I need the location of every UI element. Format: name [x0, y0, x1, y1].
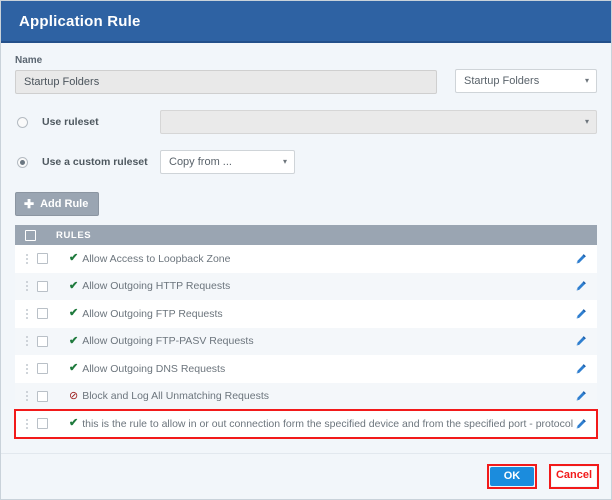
rule-label-cell: ✔ Allow Outgoing DNS Requests [69, 363, 573, 375]
row-checkbox-cell [37, 390, 53, 402]
copy-from-select[interactable]: Copy from ... ▾ [160, 150, 295, 174]
row-checkbox[interactable] [37, 335, 48, 347]
rules-table-header: RULES [15, 225, 597, 245]
cancel-button[interactable]: Cancel [552, 467, 596, 486]
ruleset-select[interactable]: ▾ [160, 110, 597, 134]
add-rule-button[interactable]: ✚ Add Rule [15, 192, 100, 216]
use-custom-ruleset-row: Use a custom ruleset Copy from ... ▾ [15, 150, 597, 174]
allow-check-icon: ✔ [69, 307, 79, 320]
row-checkbox-cell [37, 280, 53, 292]
add-rule-toolbar: ✚ Add Rule [15, 192, 597, 216]
row-checkbox-cell [37, 363, 53, 375]
edit-pencil-icon[interactable] [573, 363, 589, 375]
row-checkbox[interactable] [37, 363, 48, 375]
table-row[interactable]: ✔ Allow Access to Loopback Zone [15, 245, 597, 273]
ok-button-annotation: OK [487, 464, 537, 489]
allow-check-icon: ✔ [69, 335, 79, 347]
rule-label-cell: ✔ Allow Outgoing HTTP Requests [69, 280, 573, 292]
ok-button[interactable]: OK [490, 467, 534, 486]
row-checkbox[interactable] [37, 280, 48, 292]
edit-pencil-icon[interactable] [573, 280, 589, 292]
rule-label-cell: ✔ Allow Outgoing FTP Requests [69, 308, 573, 320]
table-row[interactable]: ✔ Allow Outgoing FTP Requests [15, 300, 597, 328]
table-row[interactable]: ⊘ Block and Log All Unmatching Requests [15, 382, 597, 410]
use-custom-ruleset-label: Use a custom ruleset [42, 156, 148, 168]
allow-check-icon: ✔ [69, 417, 79, 430]
name-input[interactable] [15, 70, 437, 94]
block-icon: ⊘ [69, 390, 79, 402]
rule-label: Allow Outgoing FTP Requests [82, 307, 223, 320]
use-ruleset-row: Use ruleset ▾ [15, 110, 597, 134]
chevron-down-icon: ▾ [584, 117, 589, 126]
dialog-titlebar: Application Rule [1, 1, 611, 43]
drag-handle-icon[interactable] [19, 253, 32, 264]
plus-icon: ✚ [24, 197, 35, 211]
row-checkbox-cell [37, 253, 53, 265]
edit-pencil-icon[interactable] [573, 253, 589, 265]
rule-label-cell: ✔ Allow Outgoing FTP-PASV Requests [69, 335, 573, 347]
rules-column-header: RULES [56, 229, 92, 241]
row-checkbox-cell [37, 335, 53, 347]
cancel-button-annotation: Cancel [549, 464, 599, 489]
drag-handle-icon[interactable] [19, 281, 32, 292]
table-row[interactable]: ✔ Allow Outgoing DNS Requests [15, 355, 597, 383]
chevron-down-icon: ▾ [584, 76, 589, 85]
edit-pencil-icon[interactable] [573, 308, 589, 320]
add-rule-label: Add Rule [40, 197, 89, 210]
allow-check-icon: ✔ [69, 252, 79, 265]
row-checkbox-cell [37, 418, 53, 430]
drag-handle-icon[interactable] [19, 308, 32, 319]
rule-label: Allow Outgoing HTTP Requests [82, 280, 231, 293]
rule-label: this is the rule to allow in or out conn… [82, 417, 573, 430]
dialog-footer: OK Cancel [1, 453, 611, 499]
use-custom-ruleset-radio[interactable] [17, 156, 28, 168]
row-checkbox[interactable] [37, 253, 48, 265]
name-field-group: Name [15, 55, 437, 94]
dialog-title: Application Rule [19, 12, 141, 30]
allow-check-icon: ✔ [69, 280, 79, 292]
rules-table-body: ✔ Allow Access to Loopback Zone ✔ Allow Out… [14, 245, 598, 439]
edit-pencil-icon[interactable] [573, 418, 589, 430]
rule-label: Allow Access to Loopback Zone [82, 252, 231, 265]
row-checkbox[interactable] [37, 308, 48, 320]
table-row[interactable]: ✔ Allow Outgoing FTP-PASV Requests [15, 327, 597, 355]
rule-label-cell: ⊘ Block and Log All Unmatching Requests [69, 390, 573, 402]
drag-handle-icon[interactable] [19, 336, 32, 347]
rule-label: Allow Outgoing FTP-PASV Requests [82, 335, 254, 348]
table-row[interactable]: ✔ this is the rule to allow in or out con… [14, 409, 598, 439]
edit-pencil-icon[interactable] [573, 390, 589, 402]
allow-check-icon: ✔ [69, 362, 79, 375]
application-rule-dialog: Application Rule Name Startup Folders ▾ … [0, 0, 612, 500]
rule-label: Block and Log All Unmatching Requests [82, 390, 269, 403]
name-label: Name [15, 55, 43, 66]
rules-table: RULES ✔ Allow Access to Loopback Zone ✔ All… [14, 225, 598, 439]
table-row[interactable]: ✔ Allow Outgoing HTTP Requests [15, 272, 597, 300]
rule-label-cell: ✔ Allow Access to Loopback Zone [69, 253, 573, 265]
row-checkbox[interactable] [37, 418, 48, 430]
use-ruleset-label: Use ruleset [42, 116, 99, 128]
edit-pencil-icon[interactable] [573, 335, 589, 347]
profile-select-group: Startup Folders ▾ [455, 55, 597, 93]
profile-select-value: Startup Folders [464, 75, 540, 87]
profile-select[interactable]: Startup Folders ▾ [455, 69, 597, 93]
drag-handle-icon[interactable] [19, 363, 32, 374]
chevron-down-icon: ▾ [282, 157, 287, 166]
row-checkbox[interactable] [37, 390, 48, 402]
select-all-checkbox[interactable] [25, 229, 36, 241]
name-row: Name Startup Folders ▾ [15, 55, 597, 94]
row-checkbox-cell [37, 308, 53, 320]
rule-label: Allow Outgoing DNS Requests [82, 362, 226, 375]
rule-label-cell: ✔ this is the rule to allow in or out con… [69, 418, 573, 430]
use-ruleset-radio[interactable] [17, 116, 28, 128]
dialog-content: Name Startup Folders ▾ Use ruleset ▾ Use… [1, 43, 611, 439]
drag-handle-icon[interactable] [19, 391, 32, 402]
copy-from-select-value: Copy from ... [169, 156, 232, 168]
drag-handle-icon[interactable] [19, 418, 32, 429]
